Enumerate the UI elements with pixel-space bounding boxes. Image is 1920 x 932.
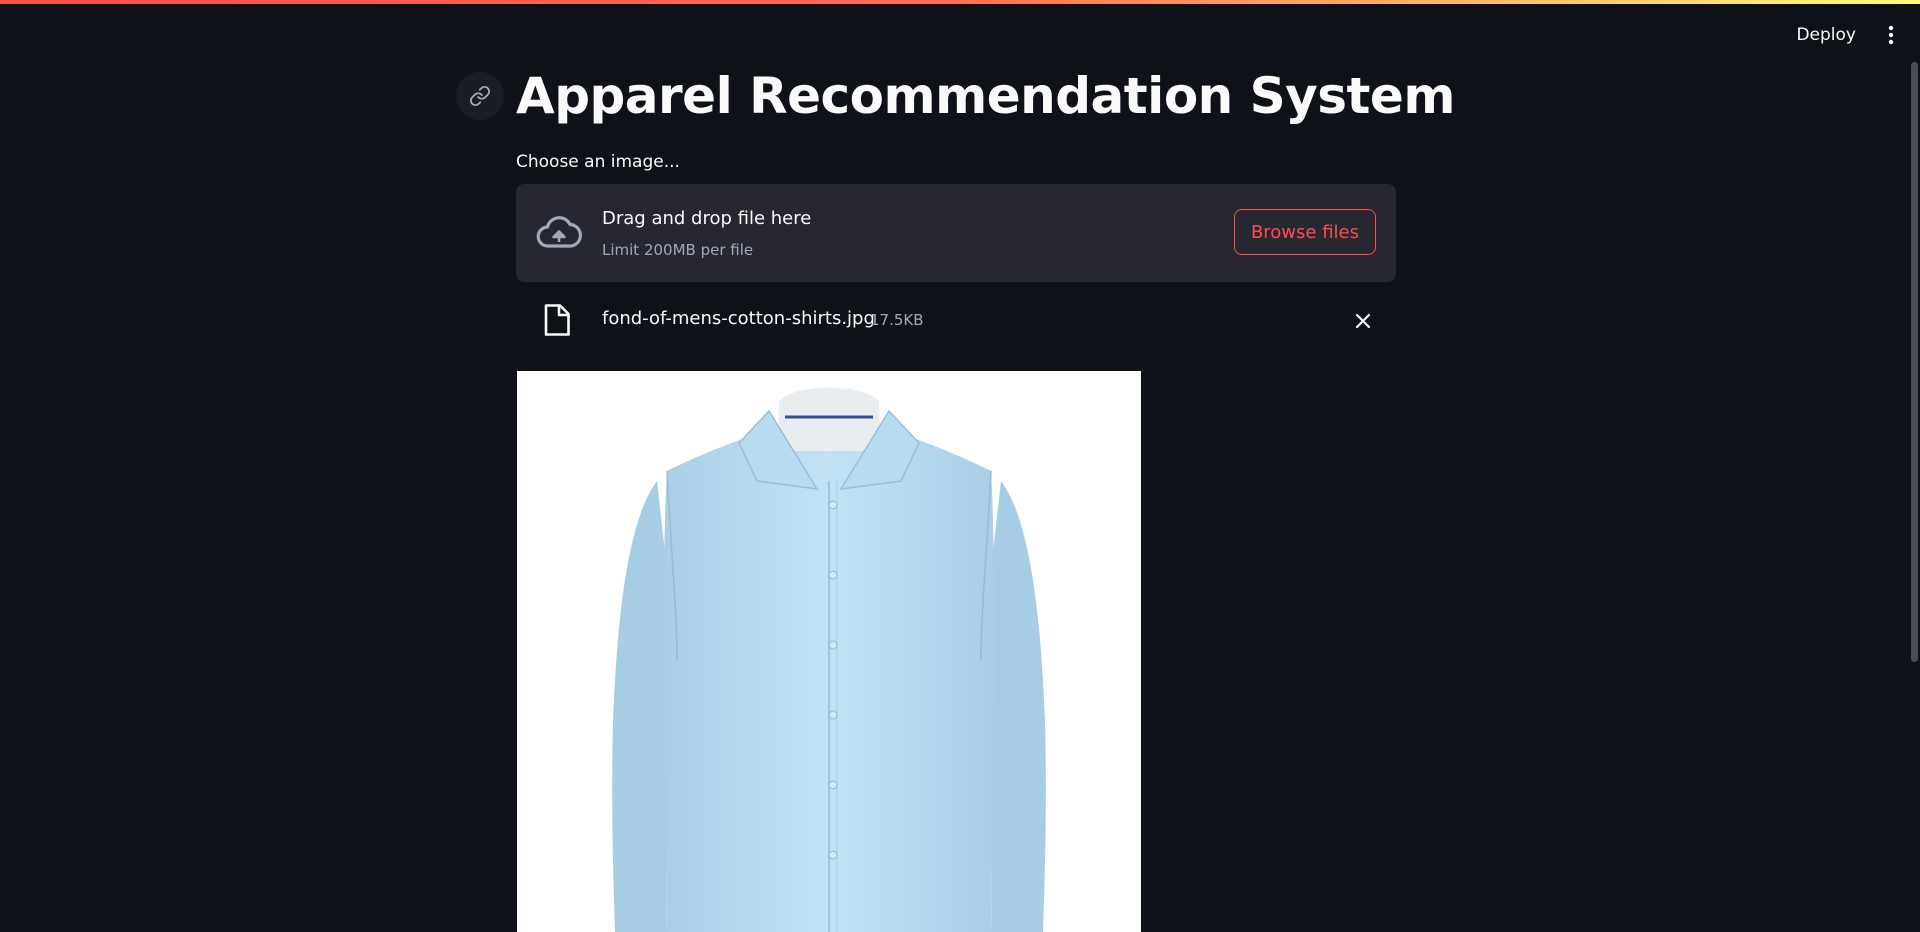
uploaded-file-size: 17.5KB (870, 311, 924, 329)
title-anchor-link[interactable] (456, 72, 504, 120)
page-scrollbar[interactable] (1911, 62, 1918, 662)
file-dropzone[interactable]: Drag and drop file here Limit 200MB per … (516, 184, 1396, 282)
main-menu-button[interactable] (1876, 18, 1906, 52)
close-icon (1355, 313, 1371, 329)
remove-file-button[interactable] (1350, 308, 1376, 334)
dropzone-limit: Limit 200MB per file (602, 241, 754, 259)
deploy-button[interactable]: Deploy (1784, 18, 1868, 52)
app-header: Deploy (0, 4, 1920, 60)
browse-files-button[interactable]: Browse files (1233, 209, 1376, 255)
uploaded-image-preview (517, 371, 1141, 932)
shirt-image (517, 371, 1141, 932)
uploader-label: Choose an image... (516, 152, 680, 172)
uploaded-file-row: fond-of-mens-cotton-shirts.jpg 17.5KB (516, 300, 1396, 342)
dropzone-title: Drag and drop file here (602, 208, 812, 229)
file-icon (544, 304, 570, 336)
uploaded-file-name: fond-of-mens-cotton-shirts.jpg (602, 308, 875, 329)
vertical-ellipsis-icon (1888, 25, 1894, 45)
page-title: Apparel Recommendation System (516, 67, 1455, 125)
cloud-upload-icon (536, 216, 582, 248)
link-icon (469, 85, 491, 107)
